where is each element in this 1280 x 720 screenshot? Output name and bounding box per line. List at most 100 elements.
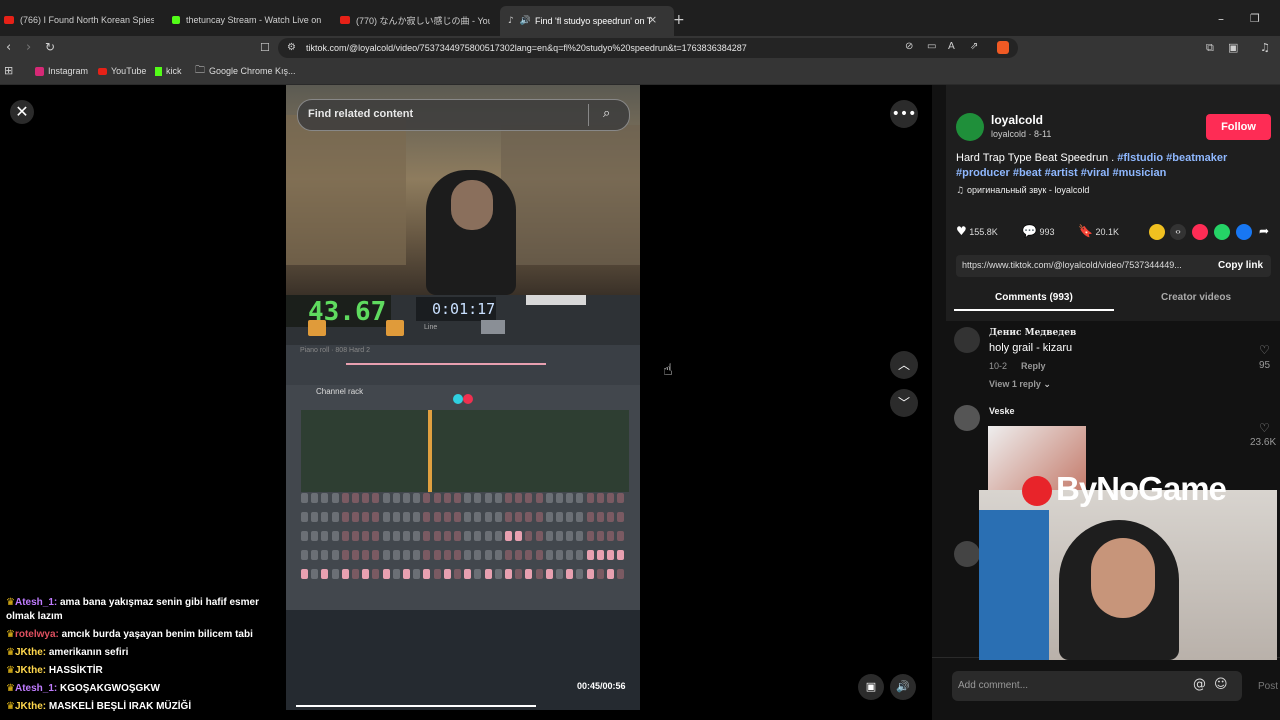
like-count[interactable]: ♥ 155.8K: [956, 224, 998, 238]
bookmark-kick[interactable]: kick: [155, 62, 182, 80]
caption-hashtags[interactable]: #producer #beat #artist #viral #musician: [956, 167, 1166, 179]
reply-button[interactable]: Reply: [1021, 361, 1046, 371]
caption-hashtags[interactable]: #flstudio #beatmaker: [1117, 152, 1227, 164]
bookmark-icon[interactable]: ☐: [260, 41, 270, 54]
streamer-face: [1091, 538, 1155, 618]
tab-label: Find 'fl studyo speedrun' on T: [534, 16, 653, 26]
step-button: [505, 569, 512, 579]
sound-link[interactable]: ♫ оригинальный звук - loyalcold: [956, 185, 1089, 196]
step-button: [596, 531, 604, 541]
previous-video-button[interactable]: ︿: [890, 351, 918, 379]
step-button: [505, 512, 512, 522]
step-sequencer: [301, 493, 629, 588]
tab-kick-stream[interactable]: thetuncay Stream - Watch Live on Ki: [172, 8, 322, 32]
step-button: [596, 512, 604, 522]
step-button: [352, 512, 359, 522]
tab-comments[interactable]: Comments (993): [995, 292, 1073, 303]
comment-placeholder: Add comment...: [958, 680, 1029, 691]
more-options-button[interactable]: •••: [890, 100, 918, 128]
search-icon[interactable]: ⌕: [603, 106, 610, 121]
comment-like-icon[interactable]: ♡: [1259, 421, 1270, 435]
maximize-icon[interactable]: ❐: [1250, 12, 1260, 25]
step-button: [607, 512, 614, 522]
step-button: [505, 550, 512, 560]
step-button: [464, 531, 472, 541]
cast-icon[interactable]: ▭: [927, 41, 936, 52]
follow-button[interactable]: Follow: [1206, 114, 1271, 140]
view-replies-button[interactable]: View 1 reply ⌄: [989, 379, 1051, 390]
close-video-button[interactable]: ✕: [10, 100, 34, 124]
comment-author[interactable]: Veske: [989, 406, 1015, 416]
next-video-button[interactable]: ﹀: [890, 389, 918, 417]
bookmark-youtube[interactable]: YouTube: [98, 62, 146, 80]
record-dot: [463, 394, 473, 404]
embed-icon[interactable]: ‹›: [1170, 224, 1186, 240]
site-info-icon[interactable]: ⚙: [287, 42, 296, 53]
related-search-box[interactable]: Find related content ⌕: [297, 99, 630, 131]
no-tracking-icon[interactable]: ⊘: [905, 41, 913, 52]
bookmark-folder-chrome[interactable]: 🗀 Google Chrome Kış...: [195, 62, 296, 80]
new-tab-button[interactable]: +: [673, 12, 685, 28]
comment-author[interactable]: Денис Медведев: [989, 328, 1076, 338]
apps-grid-icon[interactable]: ⊞: [4, 64, 13, 77]
sound-name: оригинальный звук - loyalcold: [966, 185, 1090, 195]
post-comment-button[interactable]: Post: [1258, 681, 1278, 692]
forward-icon[interactable]: ›: [26, 40, 31, 55]
step-button: [556, 493, 563, 503]
close-icon: ✕: [15, 102, 29, 121]
step-button: [484, 531, 492, 541]
media-icon[interactable]: ♫: [1260, 41, 1270, 54]
whatsapp-icon[interactable]: [1214, 224, 1230, 240]
send-icon[interactable]: [1192, 224, 1208, 240]
comment-input[interactable]: Add comment... @ ☺: [952, 671, 1242, 701]
copy-link-button[interactable]: Copy link: [1218, 260, 1263, 271]
step-button: [423, 531, 431, 541]
share-icon[interactable]: ⇗: [970, 41, 978, 52]
video-progress[interactable]: [296, 685, 536, 707]
kick-icon: [172, 16, 180, 24]
extensions-icon[interactable]: ⧉: [1206, 41, 1214, 55]
step-button: [576, 550, 584, 560]
tab-tiktok-active[interactable]: ♪ 🔊 Find 'fl studyo speedrun' on T ×: [500, 6, 674, 36]
translate-icon[interactable]: A: [948, 41, 955, 52]
back-icon[interactable]: ‹: [6, 40, 11, 55]
save-count[interactable]: 🔖 20.1K: [1078, 224, 1119, 238]
chat-text: KGOŞAKGWOŞGKW: [59, 683, 160, 694]
step-button: [535, 531, 543, 541]
bookmark-instagram[interactable]: Instagram: [35, 62, 88, 80]
avatar[interactable]: [954, 541, 980, 567]
comment-like-icon[interactable]: ♡: [1259, 343, 1270, 357]
comment-count[interactable]: 💬 993: [1022, 224, 1055, 238]
emoji-icon[interactable]: ☺: [1214, 677, 1228, 692]
fl-icon: [386, 320, 404, 336]
reload-icon[interactable]: ↻: [45, 40, 55, 54]
volume-button[interactable]: 🔊: [890, 674, 916, 700]
avatar[interactable]: [954, 327, 980, 353]
sidebar-icon[interactable]: ▣: [1228, 41, 1238, 54]
miniplayer-button[interactable]: ▣: [858, 674, 884, 700]
video-player[interactable]: Find related content ⌕ 43.67 0:01:17 Lin…: [286, 85, 640, 710]
timer-box: 0:01:17: [416, 297, 496, 321]
share-friends-icon[interactable]: [1149, 224, 1165, 240]
tab-youtube-song[interactable]: (770) なんか寂しい感じの曲 - YouTube: [340, 8, 490, 32]
step-button: [321, 531, 329, 541]
share-arrow-icon[interactable]: ➦: [1259, 224, 1269, 238]
mention-icon[interactable]: @: [1193, 677, 1206, 692]
brave-shield-icon[interactable]: [997, 41, 1009, 54]
step-button: [331, 493, 339, 503]
chat-username: JKthe:: [14, 665, 49, 676]
avatar[interactable]: [954, 405, 980, 431]
avatar[interactable]: [956, 113, 984, 141]
tab-creator-videos[interactable]: Creator videos: [1161, 292, 1231, 303]
step-button: [433, 531, 441, 541]
tab-youtube-spies[interactable]: (766) I Found North Korean Spies on: [4, 8, 154, 32]
close-tab-icon[interactable]: ×: [648, 13, 657, 26]
chat-username: Atesh_1:: [14, 683, 60, 694]
chat-message: ♛JKthe: MASKELİ BEŞLİ IRAK MÜZİĞİ: [6, 700, 276, 714]
post-username[interactable]: loyalcold: [991, 113, 1043, 127]
step-button: [341, 493, 349, 503]
facebook-icon[interactable]: [1236, 224, 1252, 240]
step-button: [372, 569, 380, 579]
minimize-icon[interactable]: –: [1218, 12, 1224, 26]
bookmark-label: Instagram: [48, 66, 89, 76]
